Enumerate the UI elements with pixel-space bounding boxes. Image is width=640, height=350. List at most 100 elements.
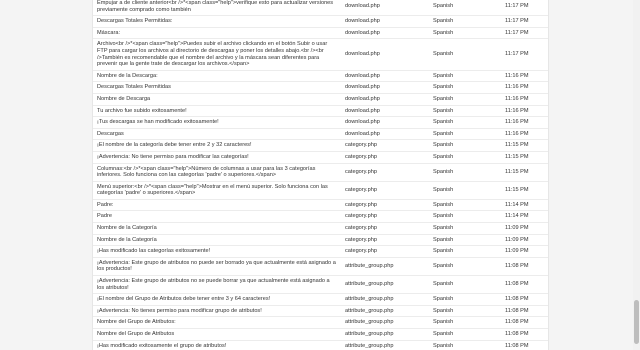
- translation-text-link[interactable]: ¡Tus descargas se han modificado exitosa…: [93, 116, 341, 129]
- file-name-cell: category.php: [341, 210, 429, 224]
- translation-text-link[interactable]: Menú superior:<br />*<span class="help">…: [93, 181, 341, 200]
- translation-text-link[interactable]: Descargas Totales Permitidas: [93, 81, 341, 94]
- translation-text-link[interactable]: Empujar a de cliente anterior<br />*<spa…: [93, 0, 341, 17]
- file-name-cell: download.php: [341, 81, 429, 94]
- table-row: Empujar a de cliente anterior<br />*<spa…: [93, 0, 548, 17]
- language-cell: Spanish: [429, 316, 501, 329]
- scrollbar-thumb[interactable]: [634, 300, 639, 344]
- language-cell: Spanish: [429, 105, 501, 118]
- table-row: Máscara: download.php Spanish 11:17 PM: [93, 27, 548, 40]
- translations-table: Empujar a de cliente anterior<br />*<spa…: [93, 0, 548, 350]
- translation-text-link[interactable]: Padre:: [93, 199, 341, 212]
- table-row: Descargas Totales Permitidas download.php…: [93, 81, 548, 94]
- file-name-cell: download.php: [341, 70, 429, 83]
- time-cell: 11:08 PM: [501, 275, 548, 295]
- translation-text-link[interactable]: ¡Advertencia: Este grupo de atributos no…: [93, 257, 341, 277]
- time-cell: 11:08 PM: [501, 293, 548, 306]
- table-row: ¡Advertencia: Este grupo de atributos no…: [93, 275, 548, 295]
- translation-text-link[interactable]: ¡Advertencia: No tiene permiso para modi…: [93, 151, 341, 164]
- time-cell: 11:08 PM: [501, 305, 548, 318]
- file-name-cell: download.php: [341, 105, 429, 118]
- file-name-cell: attribute_group.php: [341, 257, 429, 277]
- language-cell: Spanish: [429, 305, 501, 318]
- table-row: Descargas Totales Permitidas: download.ph…: [93, 15, 548, 28]
- table-row: ¡Advertencia: No tienes permiso para mod…: [93, 305, 548, 318]
- translation-text-link[interactable]: Archivo<br />*<span class="help">Puedes …: [93, 38, 341, 71]
- language-cell: Spanish: [429, 199, 501, 212]
- language-cell: Spanish: [429, 275, 501, 295]
- time-cell: 11:16 PM: [501, 128, 548, 141]
- time-cell: 11:16 PM: [501, 81, 548, 94]
- table-row: Nombre de la Categoría category.php Spanis…: [93, 234, 548, 247]
- translation-text-link[interactable]: Padre: [93, 210, 341, 224]
- time-cell: 11:08 PM: [501, 328, 548, 341]
- translation-text-link[interactable]: Máscara:: [93, 27, 341, 40]
- translation-text-link[interactable]: Nombre de la Categoría: [93, 234, 341, 247]
- translation-text-link[interactable]: Nombre del Grupo de Atributos:: [93, 316, 341, 329]
- time-cell: 11:14 PM: [501, 210, 548, 224]
- time-cell: 11:17 PM: [501, 0, 548, 17]
- translation-text-link[interactable]: Nombre de la Descarga:: [93, 70, 341, 83]
- language-cell: Spanish: [429, 116, 501, 129]
- translation-text-link[interactable]: ¡El nombre del Grupo de Atributos debe t…: [93, 293, 341, 306]
- language-cell: Spanish: [429, 151, 501, 164]
- time-cell: 11:08 PM: [501, 316, 548, 329]
- language-cell: Spanish: [429, 293, 501, 306]
- file-name-cell: category.php: [341, 199, 429, 212]
- language-cell: Spanish: [429, 81, 501, 94]
- translation-text-link[interactable]: Nombre del Grupo de Atributos: [93, 328, 341, 341]
- translation-text-link[interactable]: Nombre de la Categoría: [93, 222, 341, 235]
- language-cell: Spanish: [429, 340, 501, 350]
- file-name-cell: category.php: [341, 245, 429, 258]
- file-name-cell: attribute_group.php: [341, 293, 429, 306]
- language-cell: Spanish: [429, 38, 501, 71]
- file-name-cell: download.php: [341, 38, 429, 71]
- language-cell: Spanish: [429, 128, 501, 141]
- table-row: ¡Has modificado las categorías exitosame…: [93, 245, 548, 258]
- file-name-cell: download.php: [341, 27, 429, 40]
- file-name-cell: attribute_group.php: [341, 316, 429, 329]
- language-cell: Spanish: [429, 234, 501, 247]
- file-name-cell: download.php: [341, 116, 429, 129]
- language-cell: Spanish: [429, 27, 501, 40]
- translation-text-link[interactable]: ¡Has modificado las categorías exitosame…: [93, 245, 341, 258]
- time-cell: 11:15 PM: [501, 181, 548, 200]
- translation-text-link[interactable]: ¡Advertencia: Este grupo de atributos no…: [93, 275, 341, 295]
- translation-text-link[interactable]: Columnas:<br />*<span class="help">Númer…: [93, 163, 341, 182]
- language-cell: Spanish: [429, 245, 501, 258]
- translations-panel: Empujar a de cliente anterior<br />*<spa…: [92, 0, 549, 350]
- translation-text-link[interactable]: Descargas Totales Permitidas:: [93, 15, 341, 28]
- translation-text-link[interactable]: Descargas: [93, 128, 341, 141]
- time-cell: 11:16 PM: [501, 93, 548, 106]
- time-cell: 11:15 PM: [501, 139, 548, 152]
- file-name-cell: category.php: [341, 151, 429, 164]
- time-cell: 11:17 PM: [501, 15, 548, 28]
- file-name-cell: download.php: [341, 0, 429, 17]
- table-row: Nombre de la Categoría category.php Spanis…: [93, 222, 548, 235]
- time-cell: 11:15 PM: [501, 163, 548, 182]
- table-row: Nombre del Grupo de Atributos attribute_g…: [93, 328, 548, 341]
- translation-text-link[interactable]: ¡Has modificado exitosamente el grupo de…: [93, 340, 341, 350]
- table-row: Tu archivo fue subido exitosamente! downl…: [93, 105, 548, 118]
- page-scrollbar[interactable]: [633, 0, 640, 350]
- time-cell: 11:08 PM: [501, 340, 548, 350]
- translation-text-link[interactable]: ¡El nombre de la categoría debe tener en…: [93, 139, 341, 152]
- file-name-cell: category.php: [341, 163, 429, 182]
- table-row: Nombre del Grupo de Atributos: attribute_…: [93, 316, 548, 329]
- table-row: Descargas download.php Spanish 11:16 PM: [93, 128, 548, 141]
- file-name-cell: attribute_group.php: [341, 305, 429, 318]
- translation-text-link[interactable]: Tu archivo fue subido exitosamente!: [93, 105, 341, 118]
- table-row: Nombre de Descarga download.php Spanish 11:…: [93, 93, 548, 106]
- table-row: ¡El nombre de la categoría debe tener en…: [93, 139, 548, 152]
- table-row: ¡El nombre del Grupo de Atributos debe t…: [93, 293, 548, 306]
- language-cell: Spanish: [429, 181, 501, 200]
- file-name-cell: download.php: [341, 93, 429, 106]
- language-cell: Spanish: [429, 163, 501, 182]
- file-name-cell: category.php: [341, 222, 429, 235]
- language-cell: Spanish: [429, 70, 501, 83]
- file-name-cell: category.php: [341, 181, 429, 200]
- file-name-cell: attribute_group.php: [341, 328, 429, 341]
- table-row: Menú superior:<br />*<span class="help">…: [93, 181, 548, 200]
- translation-text-link[interactable]: Nombre de Descarga: [93, 93, 341, 106]
- translation-text-link[interactable]: ¡Advertencia: No tienes permiso para mod…: [93, 305, 341, 318]
